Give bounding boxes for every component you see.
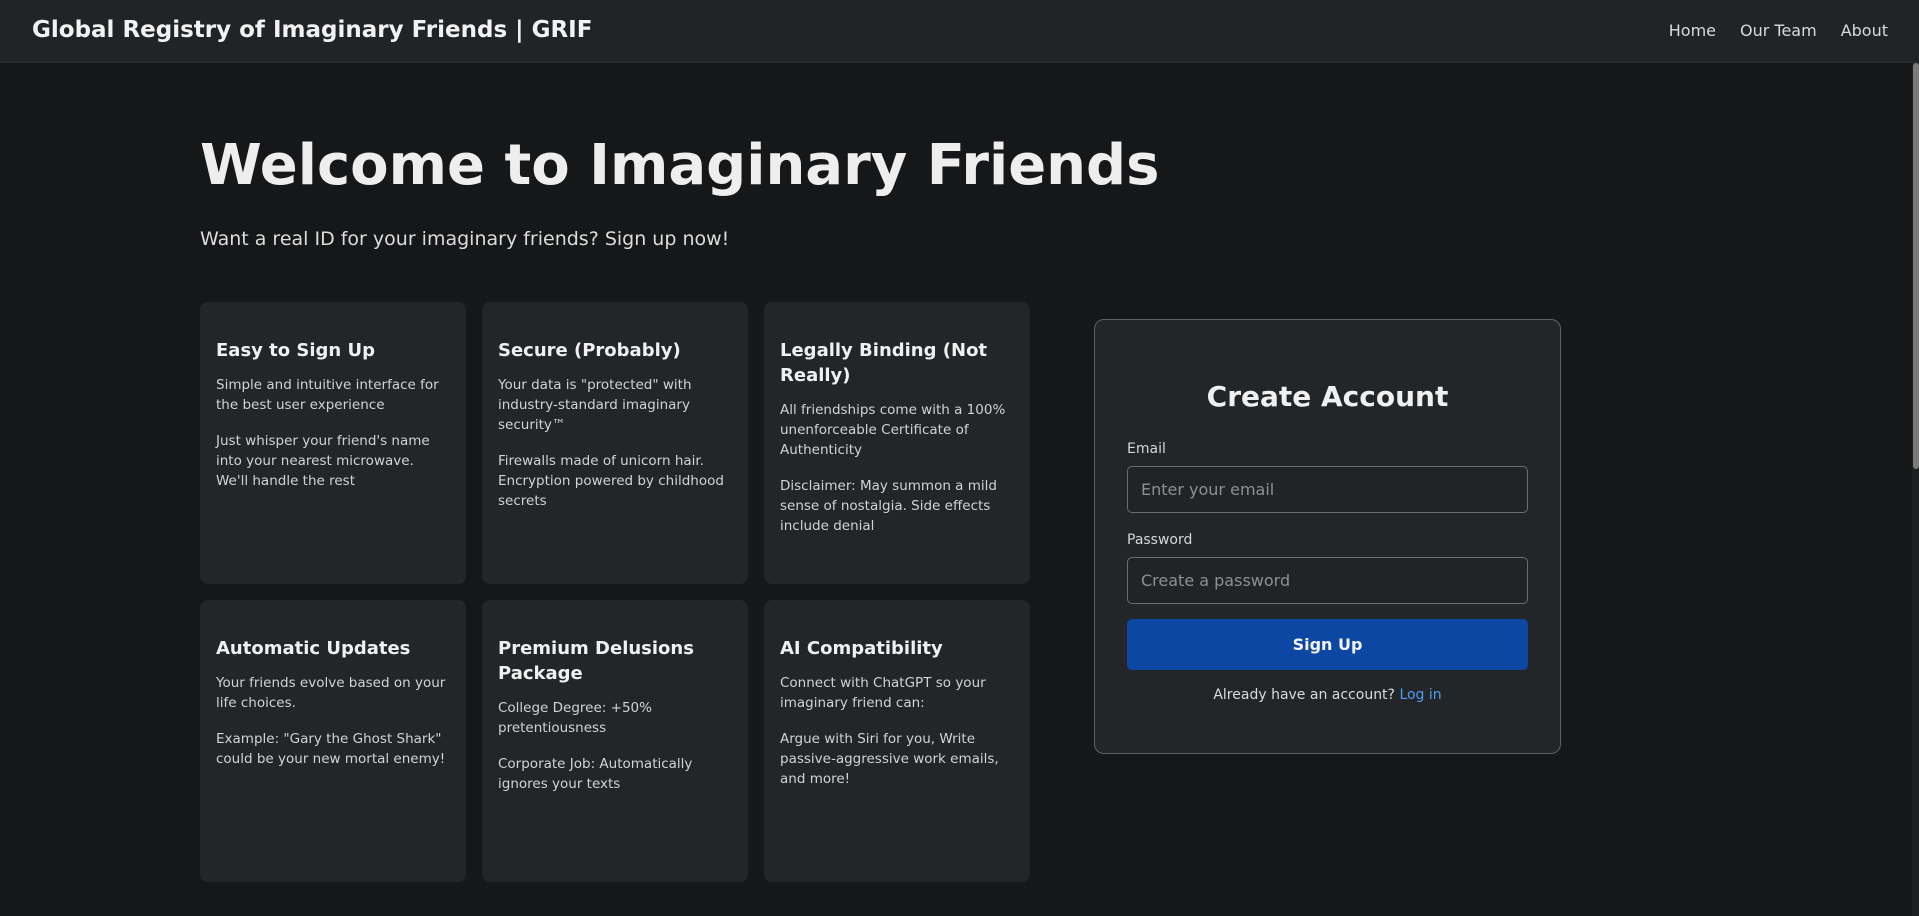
feature-card-text: Firewalls made of unicorn hair. Encrypti…: [498, 453, 724, 509]
feature-card-text: College Degree: +50% pretentiousness: [498, 700, 652, 736]
feature-card-title: Automatic Updates: [216, 638, 411, 659]
feature-card-text: Your friends evolve based on your life c…: [216, 675, 446, 711]
top-navbar: Global Registry of Imaginary Friends | G…: [0, 0, 1919, 63]
feature-grid: Easy to Sign Up Simple and intuitive int…: [200, 302, 1031, 882]
feature-card-automatic-updates: Automatic Updates Your friends evolve ba…: [200, 600, 466, 882]
feature-card-title: Legally Binding (Not Really): [780, 340, 988, 386]
create-account-form: Create Account Email Password Sign Up Al…: [1094, 319, 1561, 754]
nav-link-home[interactable]: Home: [1669, 21, 1716, 40]
nav-link-about[interactable]: About: [1841, 21, 1888, 40]
feature-card-title: AI Compatibility: [780, 638, 943, 659]
site-brand[interactable]: Global Registry of Imaginary Friends | G…: [32, 17, 592, 43]
feature-card-text: Disclaimer: May summon a mild sense of n…: [780, 478, 997, 534]
login-prompt-row: Already have an account? Log in: [1095, 687, 1560, 703]
feature-card-title: Secure (Probably): [498, 340, 681, 361]
hero-title: Welcome to Imaginary Friends: [200, 133, 1160, 198]
page-scrollbar-thumb[interactable]: [1913, 63, 1919, 469]
feature-card-easy-sign-up: Easy to Sign Up Simple and intuitive int…: [200, 302, 466, 584]
nav-links: Home Our Team About: [1669, 21, 1888, 40]
feature-card-title: Premium Delusions Package: [498, 638, 694, 684]
feature-card-ai-compatibility: AI Compatibility Connect with ChatGPT so…: [764, 600, 1030, 882]
log-in-link[interactable]: Log in: [1399, 687, 1441, 703]
feature-card-text: Simple and intuitive interface for the b…: [216, 377, 439, 413]
feature-card-title: Easy to Sign Up: [216, 340, 375, 361]
feature-card-text: All friendships come with a 100% unenfor…: [780, 402, 1006, 458]
feature-card-text: Example: "Gary the Ghost Shark" could be…: [216, 731, 446, 767]
feature-card-premium-delusions: Premium Delusions Package College Degree…: [482, 600, 748, 882]
login-prompt-text: Already have an account?: [1213, 687, 1395, 703]
email-label: Email: [1127, 441, 1166, 457]
feature-card-text: Your data is "protected" with industry-s…: [498, 377, 692, 433]
hero-subtitle: Want a real ID for your imaginary friend…: [200, 228, 730, 250]
feature-card-text: Corporate Job: Automatically ignores you…: [498, 756, 693, 792]
password-input[interactable]: [1127, 557, 1528, 604]
feature-card-text: Just whisper your friend's name into you…: [216, 433, 430, 489]
feature-card-text: Connect with ChatGPT so your imaginary f…: [780, 675, 986, 711]
email-input[interactable]: [1127, 466, 1528, 513]
password-label: Password: [1127, 532, 1193, 548]
create-account-title: Create Account: [1206, 380, 1449, 413]
sign-up-button[interactable]: Sign Up: [1127, 619, 1528, 670]
nav-link-our-team[interactable]: Our Team: [1740, 21, 1817, 40]
feature-card-text: Argue with Siri for you, Write passive-a…: [780, 731, 999, 787]
feature-card-secure: Secure (Probably) Your data is "protecte…: [482, 302, 748, 584]
feature-card-legally-binding: Legally Binding (Not Really) All friends…: [764, 302, 1030, 584]
